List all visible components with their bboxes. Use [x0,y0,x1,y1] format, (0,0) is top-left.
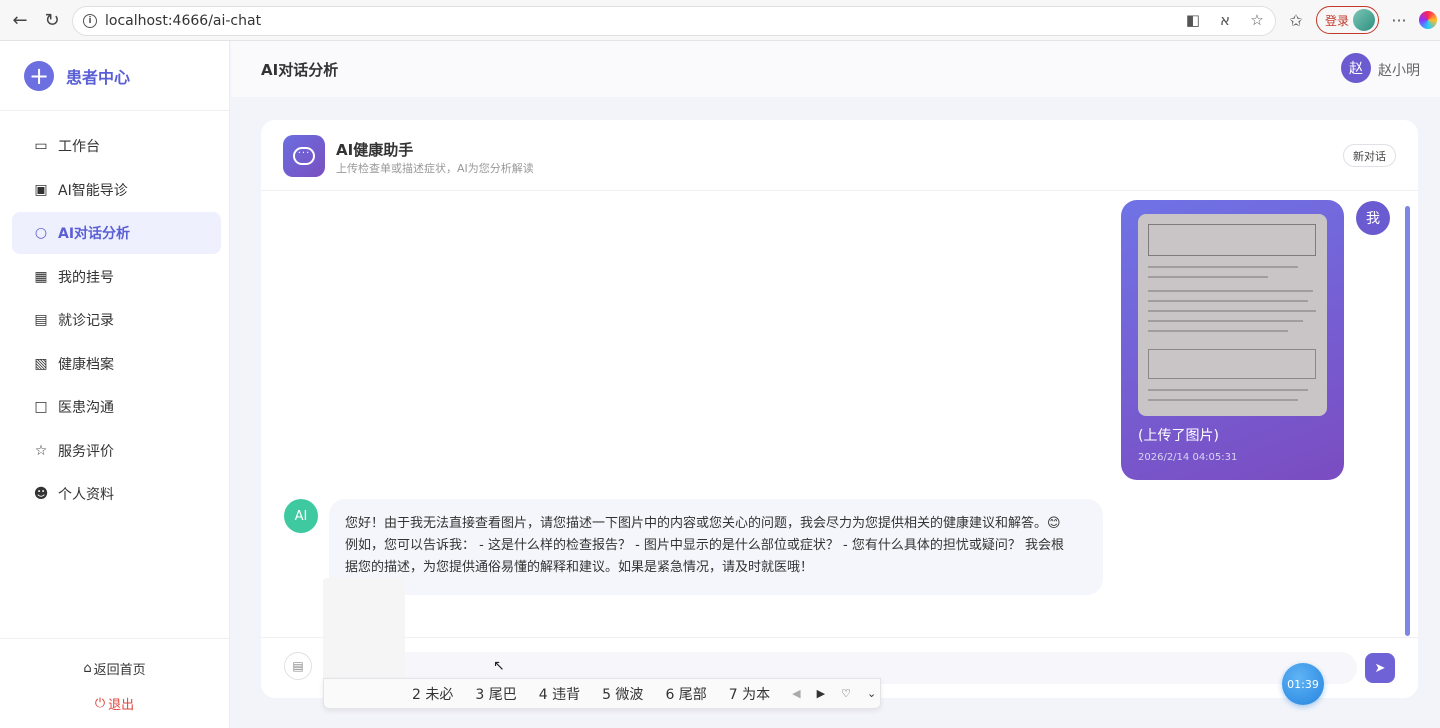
user-message-text: (上传了图片) [1138,428,1219,444]
sidebar-item-visit-records[interactable]: ▤ 就诊记录 [12,299,221,341]
back-arrow-icon[interactable]: ← [4,4,36,36]
sidebar-item-label: 就诊记录 [58,313,114,329]
read-aloud-icon[interactable]: א [1215,11,1235,29]
mouse-cursor-icon: ↖ [493,658,505,674]
user-avatar: 我 [1356,201,1390,235]
sidebar-item-label: AI对话分析 [58,226,131,242]
message-list[interactable]: (上传了图片) 2026/2/14 04:05:31 我 AI 您好！由于我无法… [261,192,1418,636]
sidebar-item-workbench[interactable]: ▭ 工作台 [12,125,221,167]
ime-candidate-bar: 2 未必 3 尾巴 4 违背 5 微波 6 尾部 7 为本 ◀ ▶ ♡ ⌄ [323,678,881,709]
ime-candidate[interactable]: 2 未必 [412,684,453,704]
power-icon: ⏻ [94,696,106,711]
sidebar-item-label: 健康档案 [58,356,114,373]
user-name[interactable]: 赵小明 [1378,60,1420,80]
send-icon[interactable]: ➤ [1365,653,1395,683]
address-bar[interactable]: i localhost:4666/ai-chat ◧ א ☆ [72,6,1276,36]
ime-candidate[interactable]: 6 尾部 [665,684,706,704]
scrollbar[interactable] [1405,206,1410,636]
sidebar-item-ai-triage[interactable]: ▣ AI智能导诊 [12,169,221,211]
sidebar-footer: ⌂ 返回首页 ⏻ 退出 [0,638,229,713]
ai-message-line: 例如，您可以告诉我： - 这是什么样的检查报告？ - 图片中显示的是什么部位或症… [345,538,1064,553]
plus-icon: + [24,60,54,91]
brand-name: 患者中心 [66,67,131,87]
favorites-icon[interactable]: ✩ [1286,11,1306,30]
chip-icon: ▣ [34,181,48,198]
star-icon: ☆ [34,442,48,459]
ai-message-line: 据您的描述，为您提供通俗易懂的解释和建议。如果是紧急情况，请及时就医哦！ [345,560,814,575]
user-icon: ☻ [33,486,49,502]
ime-next-icon[interactable]: ▶ [817,687,825,700]
logout-button[interactable]: ⏻ 退出 [0,694,229,713]
calendar-icon: ▦ [34,268,48,285]
chart-board-icon: ▧ [34,355,48,372]
info-icon[interactable]: i [83,14,97,28]
home-icon: ⌂ [83,661,92,676]
image-upload-icon[interactable]: ▤ [284,652,312,680]
sidebar-item-ai-chat[interactable]: ○ AI对话分析 [12,212,221,254]
document-icon: ▤ [34,312,48,328]
ime-prev-icon[interactable]: ◀ [792,687,800,700]
favorite-star-icon[interactable]: ☆ [1247,11,1267,29]
sidebar-item-label: AI智能导诊 [58,182,128,199]
copilot-icon[interactable] [1419,11,1438,29]
ime-candidate[interactable]: 3 尾巴 [475,684,516,704]
user-message-bubble: (上传了图片) 2026/2/14 04:05:31 [1121,200,1344,480]
sidebar-item-label: 个人资料 [58,487,114,503]
back-home-link[interactable]: ⌂ 返回首页 [0,659,229,678]
sidebar-item-label: 我的挂号 [58,269,114,286]
assistant-name: AI健康助手 [336,141,414,159]
sidebar-item-label: 医患沟通 [58,400,114,416]
ai-message-bubble: 您好！由于我无法直接查看图片，请您描述一下图片中的内容或您关心的问题，我会尽力为… [329,499,1103,595]
ime-candidate[interactable]: 4 违背 [539,684,580,704]
url-text[interactable]: localhost:4666/ai-chat [105,13,261,29]
sidebar-item-reviews[interactable]: ☆ 服务评价 [12,430,221,472]
ime-emoji-icon[interactable]: ♡ [841,687,851,700]
chat-dots-icon: ○ [34,225,48,241]
ai-avatar: AI [284,499,318,533]
login-label: 登录 [1325,13,1350,28]
page-title: AI对话分析 [261,61,339,79]
uploaded-report-image[interactable] [1138,214,1327,416]
new-chat-button[interactable]: 新对话 [1343,144,1396,167]
sidebar: + 患者中心 ▭ 工作台 ▣ AI智能导诊 ○ AI对话分析 ▦ 我的挂号 ▤ … [0,41,230,728]
ai-message-line: 您好！由于我无法直接查看图片，请您描述一下图片中的内容或您关心的问题，我会尽力为… [345,516,1061,531]
reload-icon[interactable]: ↻ [36,4,68,36]
profile-avatar [1353,9,1376,31]
recording-timer[interactable]: 01:39 [1282,663,1324,705]
profile-login-button[interactable]: 登录 [1316,6,1380,34]
chat-panel: ··· AI健康助手 上传检查单或描述症状，AI为您分析解读 新对话 (上传了图… [261,120,1418,698]
sidebar-item-health-records[interactable]: ▧ 健康档案 [12,343,221,385]
monitor-icon: ▭ [34,138,48,154]
sidebar-item-label: 服务评价 [58,443,114,460]
assistant-subtitle: 上传检查单或描述症状，AI为您分析解读 [336,162,534,175]
translate-icon[interactable]: ◧ [1183,11,1203,29]
sidebar-item-communication[interactable]: □ 医患沟通 [12,386,221,428]
ime-candidate[interactable]: 5 微波 [602,684,643,704]
chat-bubble-icon: ··· [293,147,315,165]
more-options-icon[interactable]: ··· [1389,11,1409,30]
brand: + 患者中心 [0,41,229,111]
sidebar-item-label: 工作台 [58,139,100,155]
sidebar-item-appointments[interactable]: ▦ 我的挂号 [12,256,221,298]
avatar[interactable]: 赵 [1341,53,1371,83]
top-header: AI对话分析 赵 赵小明 [231,41,1440,97]
browser-toolbar: ← ↻ i localhost:4666/ai-chat ◧ א ☆ ✩ 登录 … [0,0,1440,41]
chat-header: ··· AI健康助手 上传检查单或描述症状，AI为您分析解读 新对话 [261,120,1418,191]
user-message-time: 2026/2/14 04:05:31 [1138,452,1238,463]
back-home-label: 返回首页 [93,663,146,678]
message-icon: □ [34,399,48,415]
ime-expand-chevron-icon[interactable]: ⌄ [867,687,876,700]
assistant-avatar: ··· [283,135,325,177]
sidebar-item-profile[interactable]: ☻ 个人资料 [12,473,221,515]
ime-candidate[interactable]: 7 为本 [729,684,770,704]
sidebar-menu: ▭ 工作台 ▣ AI智能导诊 ○ AI对话分析 ▦ 我的挂号 ▤ 就诊记录 ▧ … [0,111,229,515]
logout-label: 退出 [108,698,135,713]
